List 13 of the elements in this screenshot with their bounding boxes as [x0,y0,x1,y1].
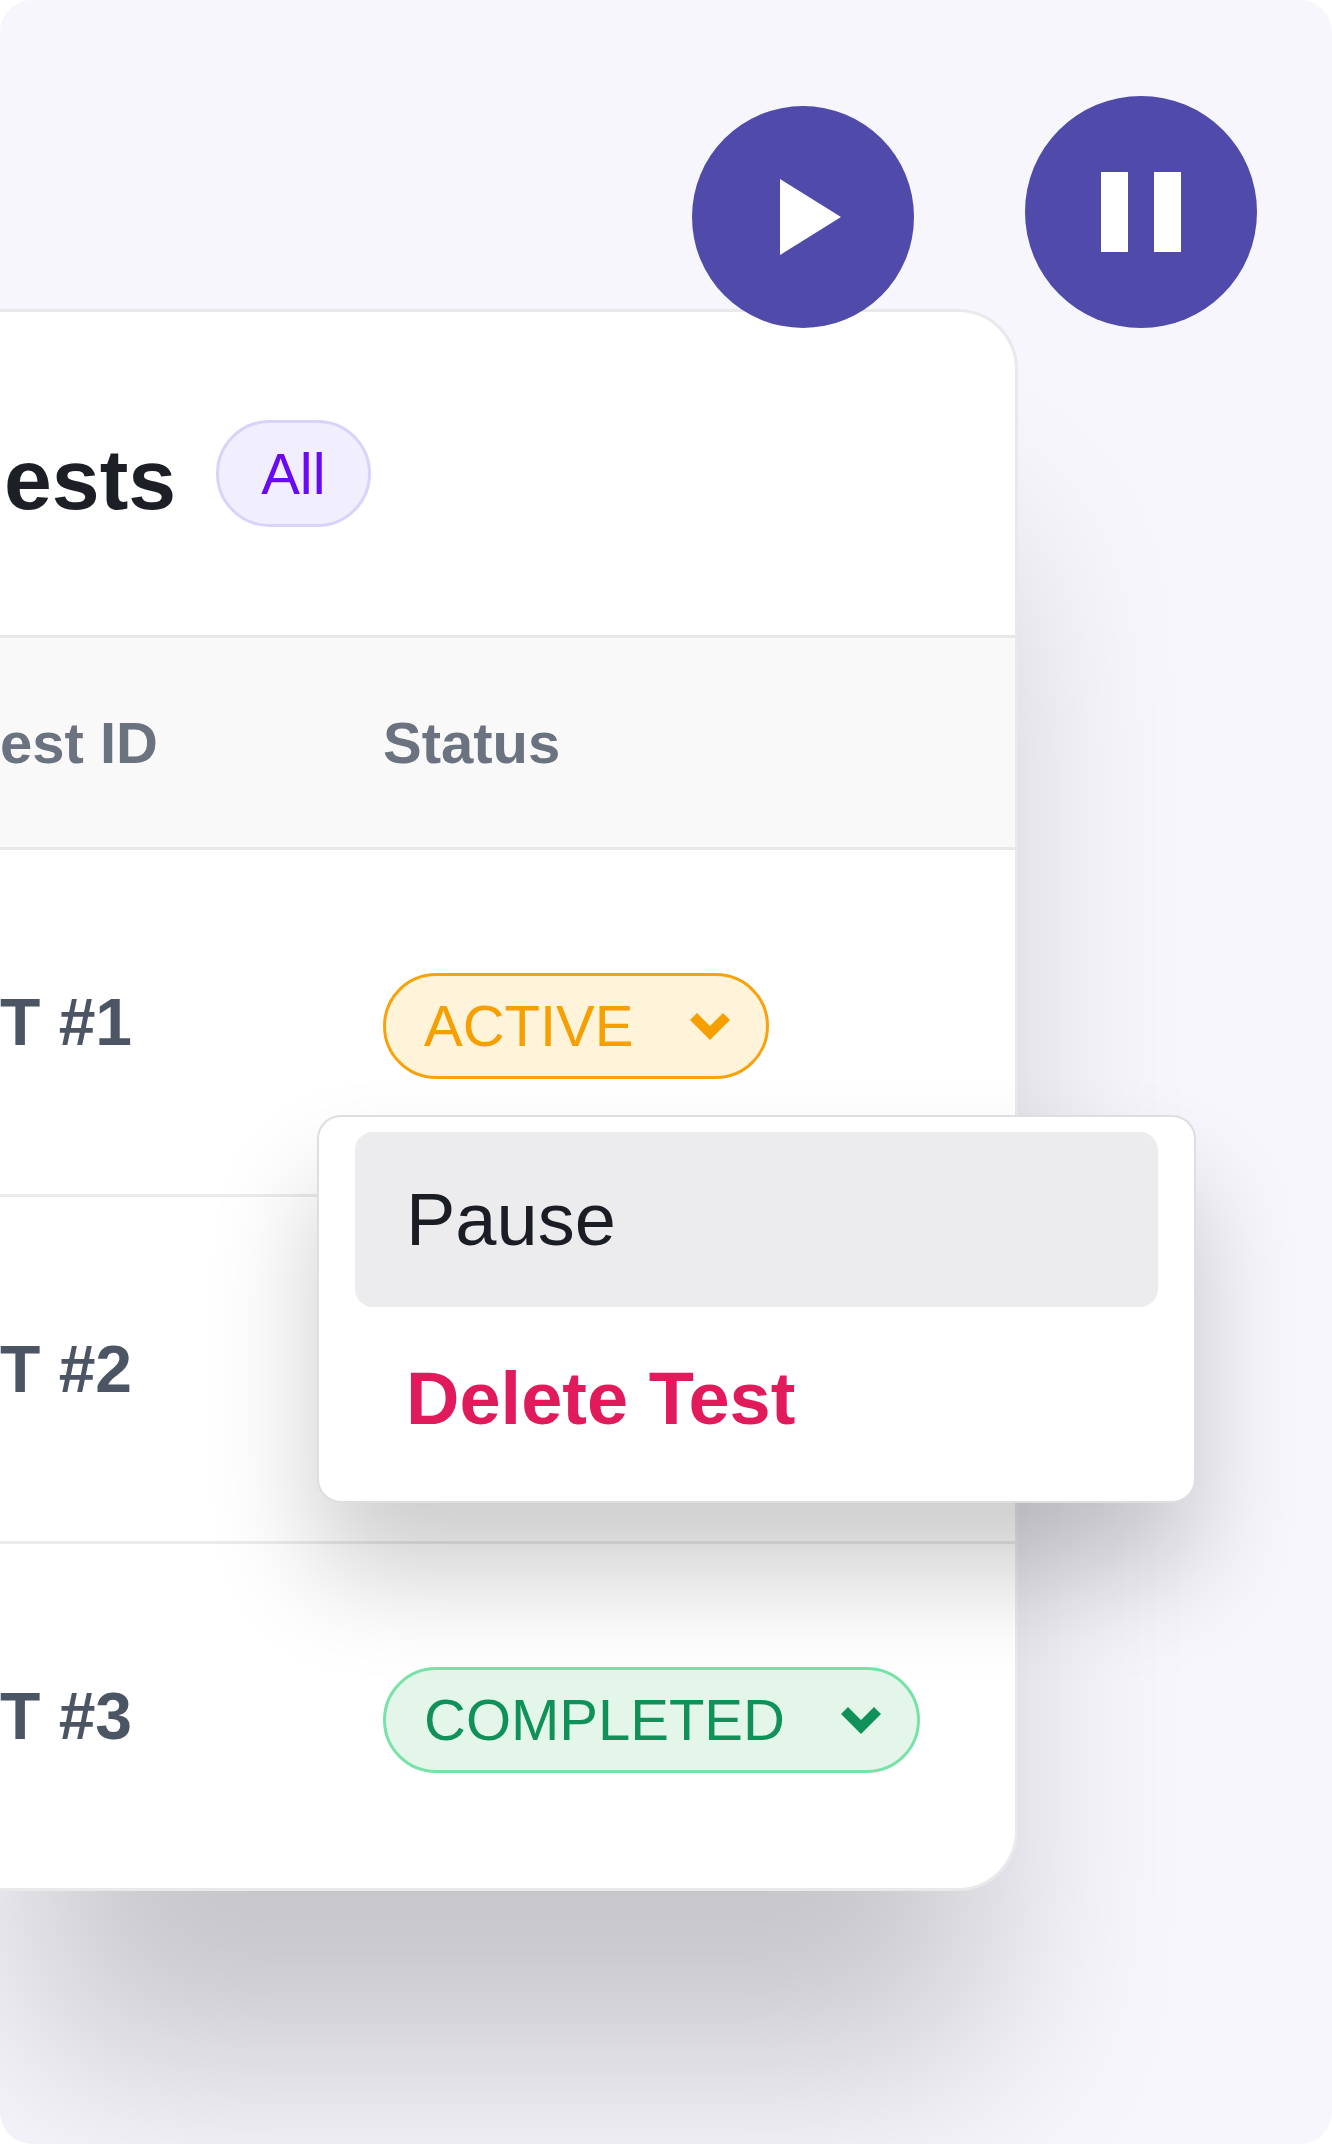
pause-icon [1101,172,1181,252]
status-dropdown[interactable]: COMPLETED [383,1667,920,1773]
card-title: ests [4,429,177,522]
table-cell: T #1 [0,985,133,1059]
menu-item[interactable]: Pause [355,1132,1158,1307]
column-header: Status [383,709,561,775]
play-icon [779,179,841,255]
chevron-down-icon [689,1012,730,1040]
chevron-down-icon [840,1706,881,1734]
table-cell: T #3 [0,1679,133,1753]
table-cell: T #2 [0,1332,133,1406]
column-header: est ID [0,709,158,775]
filter-chip[interactable]: All [216,420,371,527]
